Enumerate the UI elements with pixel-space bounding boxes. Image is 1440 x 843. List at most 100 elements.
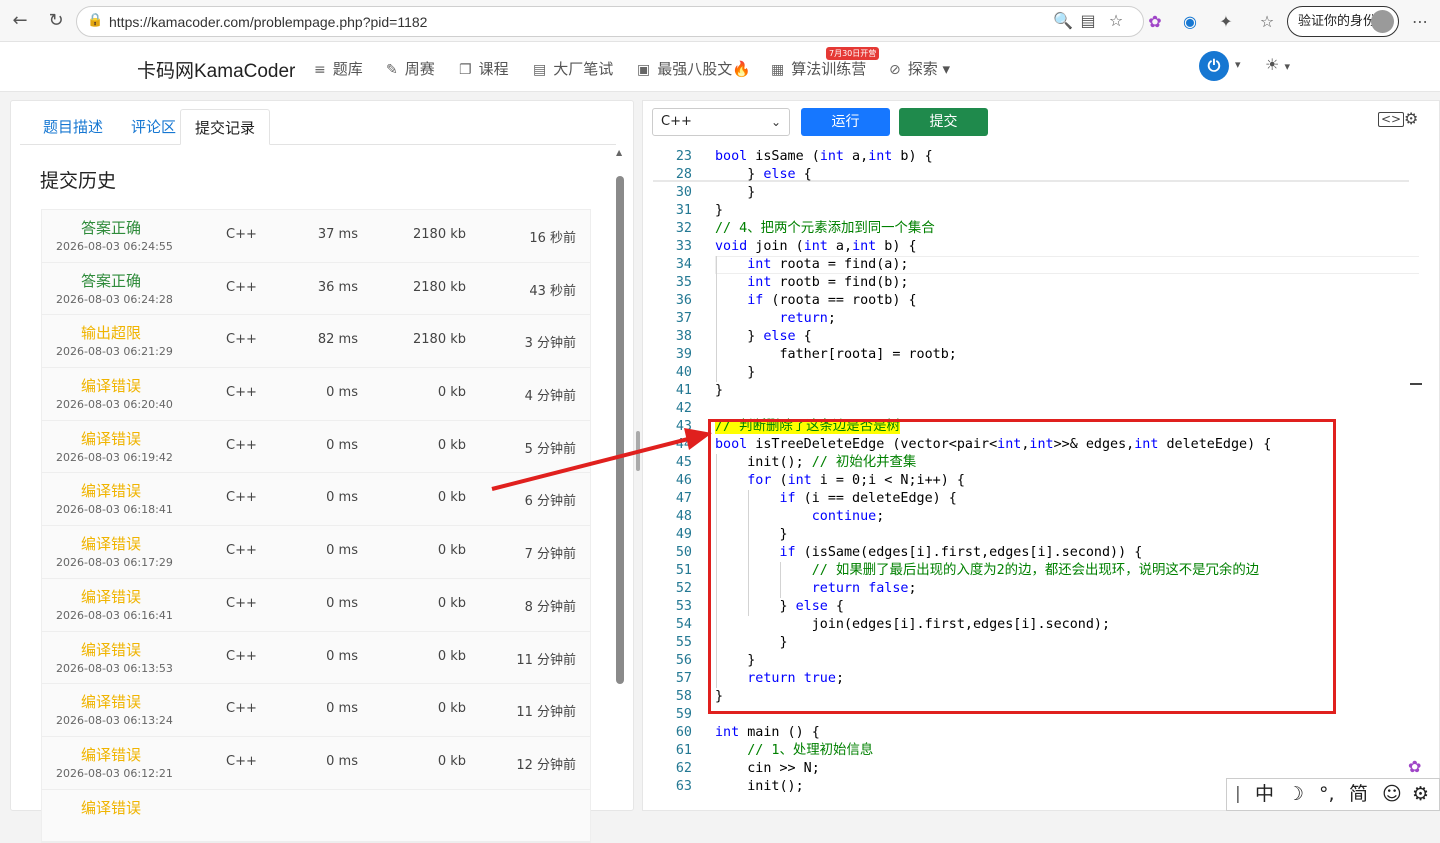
submit-button[interactable]: 提交 bbox=[899, 108, 988, 136]
table-row[interactable]: 编译错误 bbox=[42, 789, 590, 843]
nav-interview[interactable]: ▣ 最强八股文🔥 bbox=[637, 58, 751, 79]
site-logo[interactable]: 卡码网KamaCoder bbox=[137, 56, 295, 83]
line-number: 60 bbox=[675, 725, 692, 740]
code-text: // 4、把两个元素添加到同一个集合 bbox=[715, 221, 935, 236]
code-text: init(); bbox=[715, 779, 804, 794]
time-ago-cell: 11 分钟前 bbox=[516, 652, 576, 668]
code-line: 32 // 4、把两个元素添加到同一个集合 bbox=[653, 220, 1413, 238]
code-text: father[roota] = rootb; bbox=[715, 347, 957, 362]
ime-simplified-toggle[interactable]: 简 bbox=[1349, 779, 1368, 810]
run-button[interactable]: 运行 bbox=[801, 108, 890, 136]
table-row[interactable]: 答案正确 2026-08-03 06:24:28 C++ 36 ms 2180 kb 43… bbox=[42, 262, 590, 316]
language-cell: C++ bbox=[226, 332, 257, 348]
table-row[interactable]: 输出超限 2026-08-03 06:21:29 C++ 82 ms 2180 kb 3 … bbox=[42, 315, 590, 369]
nav-explore[interactable]: ⊘ 探索 ▾ bbox=[889, 58, 950, 79]
code-line: 34 int roota = find(a); bbox=[653, 256, 1413, 274]
memory-cell: 0 kb bbox=[437, 595, 466, 611]
chevron-down-icon[interactable]: ▾ bbox=[1235, 58, 1241, 71]
scrollbar[interactable]: ▲ bbox=[614, 146, 626, 801]
nav-exams[interactable]: ▤ 大厂笔试 bbox=[533, 58, 613, 79]
table-row[interactable]: 答案正确 2026-08-03 06:24:55 C++ 37 ms 2180 kb 16… bbox=[42, 210, 590, 263]
gear-icon[interactable]: ⚙ bbox=[1404, 109, 1418, 128]
code-format-icon[interactable]: <> bbox=[1378, 112, 1405, 127]
more-menu-icon[interactable]: ⋯ bbox=[1409, 11, 1431, 33]
back-arrow-icon[interactable]: ← bbox=[8, 9, 32, 33]
line-number: 49 bbox=[675, 527, 692, 542]
split-handle[interactable] bbox=[636, 431, 640, 471]
line-number: 37 bbox=[675, 311, 692, 326]
table-row[interactable]: 编译错误 2026-08-03 06:13:53 C++ 0 ms 0 kb 11 分钟前 bbox=[42, 631, 590, 685]
ime-chinese-toggle[interactable]: 中 bbox=[1255, 779, 1274, 810]
scrollbar-thumb[interactable] bbox=[616, 176, 624, 684]
copilot-icon[interactable]: ✿ bbox=[1408, 757, 1421, 776]
gear-icon[interactable]: ⚙ bbox=[1412, 779, 1429, 810]
time-ago-cell: 11 分钟前 bbox=[516, 705, 576, 721]
table-row[interactable]: 编译错误 2026-08-03 06:20:40 C++ 0 ms 0 kb 4 分钟前 bbox=[42, 368, 590, 421]
tab-description[interactable]: 题目描述 bbox=[29, 109, 117, 145]
table-row[interactable]: 编译错误 2026-08-03 06:18:41 C++ 0 ms 0 kb 6 分钟前 bbox=[42, 473, 590, 527]
table-row[interactable]: 编译错误 2026-08-03 06:16:41 C++ 0 ms 0 kb 8 分钟前 bbox=[42, 578, 590, 632]
line-number: 56 bbox=[675, 653, 692, 668]
submit-time: 2026-08-03 06:24:28 bbox=[56, 292, 173, 306]
line-number: 61 bbox=[675, 743, 692, 758]
nav-weekly[interactable]: ✎ 周赛 bbox=[386, 58, 435, 79]
status-label: 编译错误 bbox=[81, 693, 142, 712]
browser-toolbar: ← ↻ 🔒 https://kamacoder.com/problempage.… bbox=[0, 0, 1440, 42]
table-row[interactable]: 编译错误 2026-08-03 06:17:29 C++ 0 ms 0 kb 7 分钟前 bbox=[42, 526, 590, 579]
avatar bbox=[1371, 10, 1394, 33]
extension-icon[interactable]: ◉ bbox=[1179, 11, 1201, 33]
theme-sun-icon[interactable]: ☀ ▾ bbox=[1265, 55, 1290, 74]
language-select[interactable]: C++ ⌄ bbox=[652, 108, 790, 136]
tab-submissions[interactable]: 提交记录 bbox=[180, 109, 271, 145]
code-text: int rootb = find(b); bbox=[747, 275, 909, 290]
line-number: 41 bbox=[675, 383, 692, 398]
emoji-icon[interactable]: ☺ bbox=[1382, 779, 1402, 810]
scroll-up-icon[interactable]: ▲ bbox=[616, 148, 622, 157]
line-number: 23 bbox=[675, 149, 692, 164]
punctuation-icon[interactable]: °, bbox=[1319, 779, 1335, 810]
code-text: return; bbox=[779, 311, 836, 326]
favorite-star-icon[interactable]: ☆ bbox=[1105, 10, 1127, 32]
code-text: // 1、处理初始信息 bbox=[747, 743, 874, 758]
line-number: 32 bbox=[675, 221, 692, 236]
nav-training[interactable]: ▦ 算法训练营 bbox=[771, 58, 866, 79]
status-label: 编译错误 bbox=[81, 640, 142, 659]
code-line: 33 void join (int a,int b) { bbox=[653, 238, 1413, 256]
code-line: 36 if (roota == rootb) { bbox=[653, 292, 1413, 310]
runtime-cell: 0 ms bbox=[326, 490, 358, 506]
brain-extension-icon[interactable]: ✿ bbox=[1144, 11, 1166, 33]
power-icon[interactable]: ⏻ bbox=[1199, 51, 1229, 81]
submit-time: 2026-08-03 06:16:41 bbox=[56, 608, 173, 622]
reader-icon[interactable]: ▤ bbox=[1077, 10, 1099, 32]
notebook-icon: ▤ bbox=[533, 62, 547, 78]
address-bar[interactable]: 🔒 https://kamacoder.com/problempage.php?… bbox=[76, 6, 1144, 37]
runtime-cell: 37 ms bbox=[317, 227, 358, 242]
language-cell: C++ bbox=[226, 279, 257, 295]
training-badge: 7月30日开营 bbox=[826, 47, 880, 60]
line-number: 43 bbox=[675, 419, 692, 434]
code-line: 61 // 1、处理初始信息 bbox=[653, 742, 1413, 760]
table-row[interactable]: 编译错误 2026-08-03 06:19:42 C++ 0 ms 0 kb 5 分钟前 bbox=[42, 420, 590, 474]
collections-icon[interactable]: ☆ bbox=[1256, 11, 1278, 33]
code-text: } else { bbox=[715, 329, 812, 344]
reload-icon[interactable]: ↻ bbox=[44, 9, 68, 33]
language-cell: C++ bbox=[226, 753, 257, 769]
moon-icon[interactable]: ☽ bbox=[1287, 779, 1304, 810]
url-text: https://kamacoder.com/problempage.php?pi… bbox=[109, 14, 428, 30]
line-number: 46 bbox=[675, 473, 692, 488]
profile-button[interactable]: 验证你的身份 bbox=[1287, 6, 1399, 37]
code-line: 62 cin >> N; bbox=[653, 760, 1413, 778]
chevron-down-icon: ⌄ bbox=[770, 115, 781, 129]
table-row[interactable]: 编译错误 2026-08-03 06:12:21 C++ 0 ms 0 kb 12 分钟前 bbox=[42, 736, 590, 790]
zoom-icon[interactable]: 🔍 bbox=[1052, 10, 1074, 32]
submit-time: 2026-08-03 06:24:55 bbox=[56, 240, 173, 253]
profile-label: 验证你的身份 bbox=[1298, 14, 1377, 29]
puzzle-icon[interactable]: ✦ bbox=[1215, 11, 1237, 33]
nav-problems[interactable]: ≡ 题库 bbox=[314, 58, 363, 79]
table-row[interactable]: 编译错误 2026-08-03 06:13:24 C++ 0 ms 0 kb 11 分钟前 bbox=[42, 684, 590, 737]
ime-handle[interactable]: | bbox=[1235, 779, 1241, 810]
submit-time: 2026-08-03 06:20:40 bbox=[56, 398, 173, 412]
code-text: int roota = find(a); bbox=[747, 257, 909, 272]
nav-courses[interactable]: ❐ 课程 bbox=[459, 58, 509, 79]
code-text: cin >> N; bbox=[715, 761, 820, 776]
